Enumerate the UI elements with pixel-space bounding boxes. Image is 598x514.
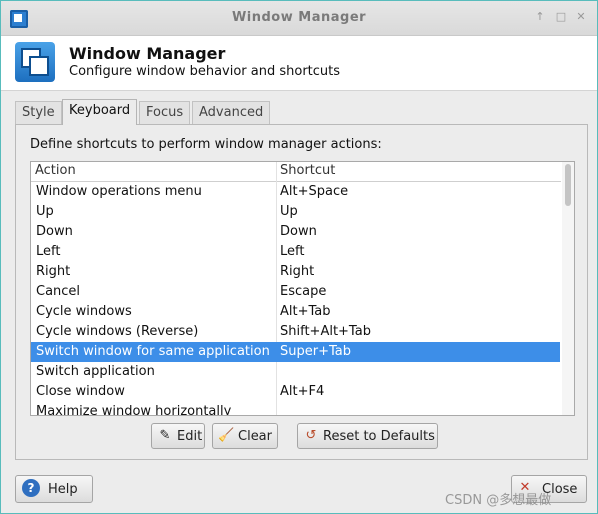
table-row[interactable]: Cancel Escape — [31, 282, 560, 302]
watermark: CSDN @多想最做 — [445, 493, 552, 508]
broom-icon: 🧹 — [218, 428, 235, 443]
table-row[interactable]: Close window Alt+F4 — [31, 382, 560, 402]
edit-button[interactable]: ✎ Edit — [151, 423, 205, 449]
tab-keyboard[interactable]: Keyboard — [62, 99, 138, 125]
close-icon[interactable]: ✕ — [574, 10, 588, 24]
action-cell: Cycle windows — [36, 304, 132, 319]
table-row[interactable]: Cycle windows (Reverse) Shift+Alt+Tab — [31, 322, 560, 342]
restore-icon[interactable]: □ — [554, 10, 568, 24]
column-header-shortcut[interactable]: Shortcut — [280, 163, 335, 178]
help-icon: ? — [22, 479, 40, 497]
titlebar[interactable]: Window Manager ↑ □ ✕ — [1, 1, 597, 36]
shortcut-cell: Alt+Tab — [280, 304, 331, 319]
table-row-selected[interactable]: Switch window for same application Super+… — [31, 342, 560, 362]
scrollbar-thumb[interactable] — [565, 164, 571, 206]
shortcuts-instructions: Define shortcuts to perform window manag… — [30, 137, 382, 152]
list-header: Action Shortcut — [31, 162, 561, 182]
vertical-scrollbar[interactable] — [562, 162, 574, 415]
header-title: Window Manager — [69, 44, 226, 63]
action-cell: Window operations menu — [36, 184, 202, 199]
window-manager-app-icon — [15, 42, 55, 82]
action-cell: Switch application — [36, 364, 155, 379]
keyboard-panel: Define shortcuts to perform window manag… — [15, 124, 588, 460]
dialog-header: Window Manager Configure window behavior… — [1, 36, 597, 91]
help-button[interactable]: ? Help — [15, 475, 93, 503]
header-subtitle: Configure window behavior and shortcuts — [69, 64, 341, 79]
shortcut-cell: Super+Tab — [280, 344, 351, 359]
table-row[interactable]: Window operations menu Alt+Space — [31, 182, 560, 202]
shortcut-cell: Alt+F4 — [280, 384, 325, 399]
table-row[interactable]: Switch application — [31, 362, 560, 382]
reset-button-label: Reset to Defaults — [323, 429, 435, 444]
reset-icon: ↺ — [305, 428, 317, 443]
shortcut-cell: Down — [280, 224, 317, 239]
action-cell: Cycle windows (Reverse) — [36, 324, 199, 339]
window-title: Window Manager — [231, 10, 367, 25]
tab-advanced[interactable]: Advanced — [192, 101, 271, 124]
table-row[interactable]: Right Right — [31, 262, 560, 282]
action-cell: Cancel — [36, 284, 81, 299]
column-header-action[interactable]: Action — [35, 163, 76, 178]
shortcuts-list[interactable]: Action Shortcut Window operations menu Al… — [30, 161, 575, 416]
action-cell: Close window — [36, 384, 125, 399]
action-cell: Right — [36, 264, 71, 279]
tab-style[interactable]: Style — [15, 101, 62, 124]
edit-button-label: Edit — [177, 429, 203, 444]
action-cell: Down — [36, 224, 73, 239]
action-cell: Switch window for same application — [36, 344, 270, 359]
pencil-icon: ✎ — [159, 428, 171, 443]
shortcut-cell: Up — [280, 204, 298, 219]
shortcut-cell: Left — [280, 244, 305, 259]
clear-button[interactable]: 🧹 Clear — [212, 423, 278, 449]
action-cell: Up — [36, 204, 54, 219]
shortcut-cell: Right — [280, 264, 315, 279]
shortcut-cell: Shift+Alt+Tab — [280, 324, 371, 339]
window-manager-dialog: Window Manager ↑ □ ✕ Window Manager Conf… — [0, 0, 598, 514]
shortcut-cell: Escape — [280, 284, 327, 299]
table-row[interactable]: Maximize window horizontally — [31, 402, 560, 416]
table-row[interactable]: Cycle windows Alt+Tab — [31, 302, 560, 322]
reset-to-defaults-button[interactable]: ↺ Reset to Defaults — [297, 423, 438, 449]
shortcut-cell: Alt+Space — [280, 184, 349, 199]
table-row[interactable]: Down Down — [31, 222, 560, 242]
clear-button-label: Clear — [238, 429, 272, 444]
maximize-icon[interactable]: ↑ — [533, 10, 547, 24]
action-cell: Left — [36, 244, 61, 259]
help-button-label: Help — [48, 482, 78, 497]
table-row[interactable]: Up Up — [31, 202, 560, 222]
table-row[interactable]: Left Left — [31, 242, 560, 262]
action-cell: Maximize window horizontally — [36, 404, 232, 416]
tab-focus[interactable]: Focus — [139, 101, 191, 124]
